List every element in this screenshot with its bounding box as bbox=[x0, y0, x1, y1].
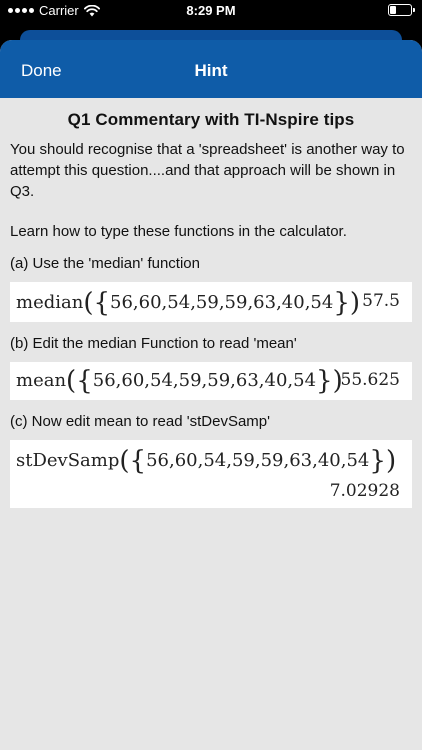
calc-result: 57.5 bbox=[362, 291, 400, 311]
calc-expression: mean({56,60,54,59,59,63,40,54}) bbox=[16, 366, 343, 396]
status-bar: Carrier 8:29 PM bbox=[0, 0, 422, 22]
calculator-screenshot-stdevsamp: stDevSamp({56,60,54,59,59,63,40,54}) 7.0… bbox=[10, 440, 412, 508]
calc-function: mean bbox=[16, 370, 67, 391]
calc-expression: stDevSamp({56,60,54,59,59,63,40,54}) bbox=[16, 446, 397, 476]
calc-function: stDevSamp bbox=[16, 450, 120, 471]
nav-bar: Done Hint bbox=[0, 40, 422, 98]
calc-args: 56,60,54,59,59,63,40,54 bbox=[92, 370, 317, 391]
calc-expression: median({56,60,54,59,59,63,40,54}) bbox=[16, 288, 361, 318]
intro-paragraph: You should recognise that a 'spreadsheet… bbox=[10, 141, 405, 200]
calc-function: median bbox=[16, 292, 84, 313]
calc-args: 56,60,54,59,59,63,40,54 bbox=[146, 450, 370, 471]
battery-fill bbox=[390, 6, 396, 14]
step-a-label: (a) Use the 'median' function bbox=[10, 255, 200, 272]
hint-sheet: Done Hint Q1 Commentary with TI-Nspire t… bbox=[0, 40, 422, 750]
calculator-screenshot-mean: mean({56,60,54,59,59,63,40,54}) 55.625 bbox=[10, 362, 412, 400]
calc-result: 7.02928 bbox=[329, 481, 400, 501]
hint-content: Q1 Commentary with TI-Nspire tips You sh… bbox=[0, 110, 422, 508]
calc-args: 56,60,54,59,59,63,40,54 bbox=[110, 292, 334, 313]
step-b-label: (b) Edit the median Function to read 'me… bbox=[10, 335, 297, 352]
nav-title: Hint bbox=[194, 61, 228, 80]
step-c-label: (c) Now edit mean to read 'stDevSamp' bbox=[10, 413, 270, 430]
page-title: Q1 Commentary with TI-Nspire tips bbox=[67, 110, 355, 129]
battery-icon bbox=[388, 4, 415, 16]
calc-result: 55.625 bbox=[340, 370, 400, 390]
calculator-screenshot-median: median({56,60,54,59,59,63,40,54}) 57.5 bbox=[10, 282, 412, 322]
screen: Carrier 8:29 PM Done Hint Q1 Commentary … bbox=[0, 0, 422, 750]
status-time: 8:29 PM bbox=[186, 3, 236, 18]
learn-paragraph: Learn how to type these functions in the… bbox=[10, 223, 347, 240]
